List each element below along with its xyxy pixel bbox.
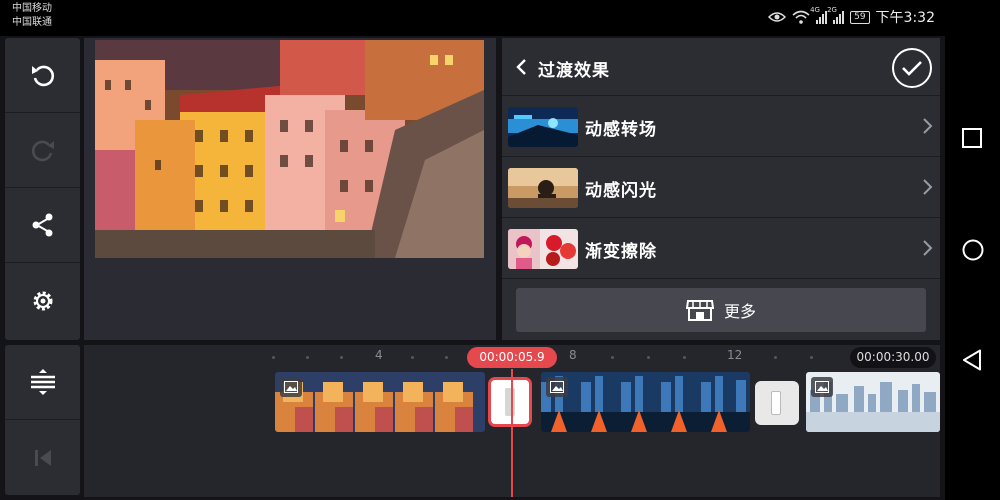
editor-app: 过渡效果 动感转场 动感闪光 渐变擦除 更多 4 8 12 00:00:05.9… xyxy=(0,36,945,500)
chevron-right-icon xyxy=(923,240,933,256)
transition-label: 渐变擦除 xyxy=(585,242,657,262)
video-clip-1[interactable] xyxy=(275,372,485,432)
settings-button[interactable] xyxy=(5,263,80,338)
undo-button[interactable] xyxy=(5,38,80,113)
more-label: 更多 xyxy=(723,302,756,321)
carrier-label-2: 中国联通 xyxy=(12,17,52,28)
battery-indicator: 59 xyxy=(850,10,870,24)
undo-icon xyxy=(31,65,54,87)
image-clip-icon xyxy=(811,377,833,397)
ruler-tick: 4 xyxy=(375,348,383,362)
timeline-toolbar xyxy=(5,345,80,495)
ruler-tick: 12 xyxy=(727,348,743,362)
image-clip-icon xyxy=(280,377,302,397)
settings-icon xyxy=(33,291,52,310)
image-clip-icon xyxy=(546,377,568,397)
expand-tracks-icon xyxy=(30,369,55,395)
eye-icon xyxy=(768,12,787,22)
transition-thumbnail xyxy=(508,229,578,269)
transition-marker[interactable] xyxy=(755,381,799,425)
timeline[interactable]: 4 8 12 00:00:05.9 00:00:30.00 xyxy=(84,345,940,497)
transition-thumbnail xyxy=(508,107,578,147)
transition-item-dynamic[interactable]: 动感转场 xyxy=(502,96,940,157)
current-time-badge: 00:00:05.9 xyxy=(467,347,557,368)
signal-icon-2: 2G xyxy=(827,6,845,24)
video-clip-3[interactable] xyxy=(806,372,940,432)
share-button[interactable] xyxy=(5,188,80,263)
redo-icon xyxy=(31,140,54,162)
clip-thumbnail xyxy=(541,372,750,432)
confirm-button[interactable] xyxy=(892,48,932,88)
back-icon[interactable] xyxy=(515,58,527,76)
system-nav-bar xyxy=(945,0,1000,500)
preview-image xyxy=(95,40,484,258)
clip-thumbnail xyxy=(275,372,485,432)
transition-marker-selected[interactable] xyxy=(488,377,532,427)
home-icon[interactable] xyxy=(962,239,984,261)
redo-button[interactable] xyxy=(5,113,80,188)
layer-adjust-button[interactable] xyxy=(5,345,80,420)
transition-item-gradient-wipe[interactable]: 渐变擦除 xyxy=(502,218,940,279)
transition-item-flash[interactable]: 动感闪光 xyxy=(502,157,940,218)
share-icon xyxy=(32,213,52,237)
checkmark-icon xyxy=(902,61,922,76)
video-preview[interactable] xyxy=(84,38,496,340)
video-clip-2[interactable] xyxy=(541,372,750,432)
more-button[interactable]: 更多 xyxy=(516,288,926,332)
left-toolbar xyxy=(5,38,80,340)
skip-to-start-button[interactable] xyxy=(5,420,80,495)
signal-icon-1: 4G xyxy=(810,6,828,24)
network-type-2: 2G xyxy=(827,6,837,14)
recent-apps-icon[interactable] xyxy=(962,128,982,148)
back-nav-icon[interactable] xyxy=(962,349,982,371)
panel-title: 过渡效果 xyxy=(538,61,610,81)
ruler-tick: 8 xyxy=(569,348,577,362)
wifi-icon xyxy=(792,10,810,24)
clock: 下午3:32 xyxy=(875,10,935,26)
transition-label: 动感转场 xyxy=(585,120,657,140)
network-type-1: 4G xyxy=(810,6,820,14)
playhead[interactable] xyxy=(511,369,513,497)
carrier-label-1: 中国移动 xyxy=(12,3,52,14)
store-icon xyxy=(685,300,714,321)
transition-panel: 过渡效果 动感转场 动感闪光 渐变擦除 更多 xyxy=(502,38,940,340)
chevron-right-icon xyxy=(923,118,933,134)
total-duration-badge: 00:00:30.00 xyxy=(850,347,936,368)
timeline-ruler: 4 8 12 00:00:05.9 00:00:30.00 xyxy=(84,345,940,369)
transition-label: 动感闪光 xyxy=(585,181,657,201)
skip-to-start-icon xyxy=(34,449,51,466)
panel-header: 过渡效果 xyxy=(502,38,940,96)
chevron-right-icon xyxy=(923,179,933,195)
transition-thumbnail xyxy=(508,168,578,208)
status-bar: 中国移动 中国联通 4G 2G 59 下午3:32 xyxy=(0,0,945,36)
